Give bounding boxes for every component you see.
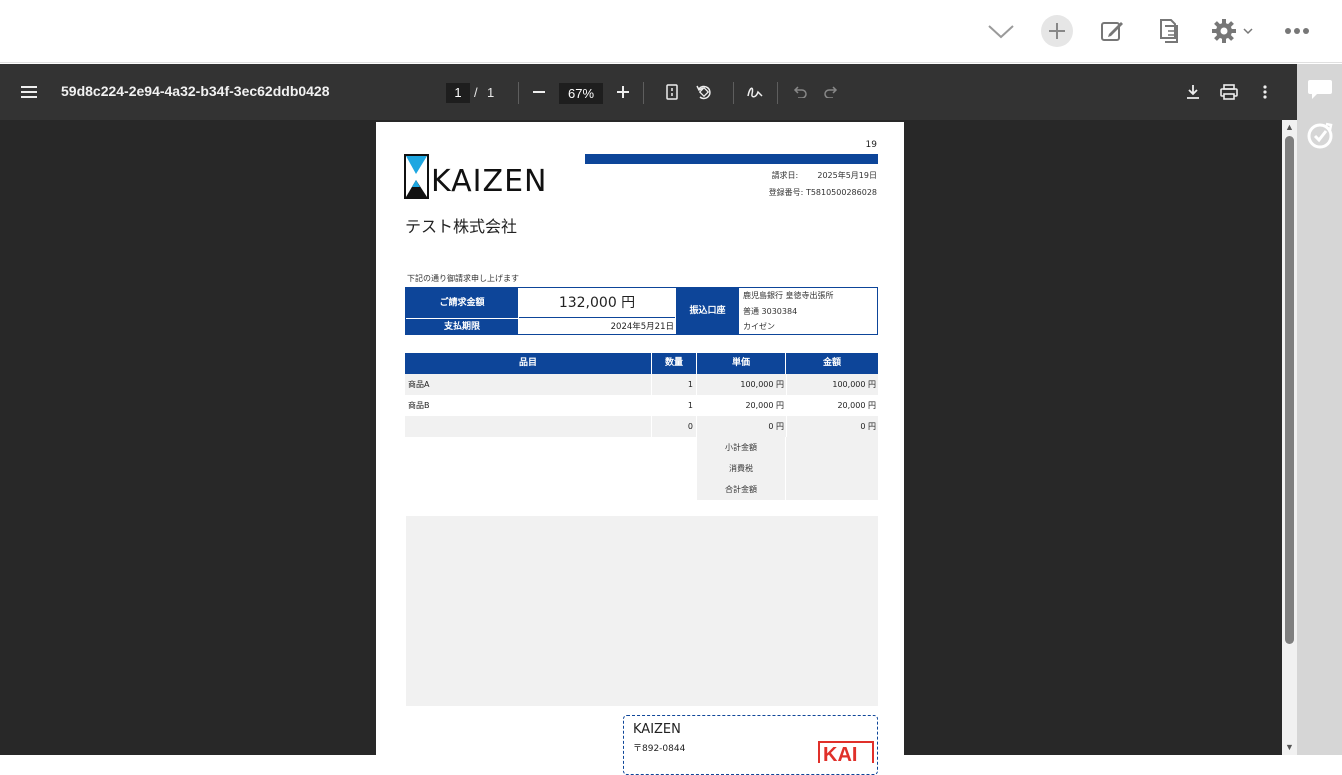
subtotal-label: 小計金額	[697, 437, 786, 458]
invoice-date-value: 2025年5月19日	[817, 171, 877, 180]
registration-label: 登録番号:	[768, 188, 804, 197]
item-name: 商品B	[408, 401, 430, 410]
invoice-intro: 下記の通り御請求申し上げます	[407, 274, 519, 283]
table-row: 商品A 1 100,000 円 100,000 円	[405, 374, 878, 395]
item-qty: 1	[651, 374, 696, 395]
toolbar-divider	[643, 82, 644, 104]
header-quantity: 数量	[652, 353, 696, 374]
company-seal-stamp: KAI	[818, 739, 874, 763]
item-unit-price: 100,000 円	[696, 374, 786, 395]
zoom-input[interactable]: 67%	[559, 83, 603, 104]
header-item-name: 品目	[405, 353, 651, 374]
item-amount: 0 円	[786, 416, 878, 437]
page-number-input[interactable]: 1	[446, 83, 470, 103]
item-unit-price: 0 円	[696, 416, 786, 437]
item-amount: 100,000 円	[786, 374, 878, 395]
header-unit-price: 単価	[697, 353, 785, 374]
pdf-viewer: 59d8c224-2e94-4a32-b34f-3ec62ddb0428 1 /…	[0, 64, 1297, 775]
item-name: 商品A	[408, 380, 430, 389]
header-accent-bar	[585, 154, 878, 164]
bank-label: 振込口座	[676, 288, 739, 335]
item-qty: 1	[687, 401, 693, 410]
more-vertical-icon[interactable]	[1255, 80, 1275, 104]
scrollbar-thumb[interactable]	[1285, 136, 1294, 644]
customer-company: テスト株式会社	[405, 217, 518, 236]
due-label: 支払期限	[406, 319, 518, 335]
right-side-rail	[1297, 64, 1342, 755]
document-copy-icon[interactable]	[1153, 15, 1185, 47]
page-total: 1	[487, 85, 495, 100]
notes-area	[406, 516, 878, 706]
gear-dropdown-chevron-icon[interactable]	[1238, 15, 1258, 47]
invoice-date-label: 請求日:	[771, 171, 799, 180]
toolbar-divider	[733, 82, 734, 104]
issuer-zip: 〒892-0844	[633, 744, 686, 754]
header-amount: 金額	[786, 353, 878, 374]
document-title: 59d8c224-2e94-4a32-b34f-3ec62ddb0428	[61, 83, 330, 99]
total-label: 合計金額	[697, 479, 786, 500]
amount-label: ご請求金額	[406, 288, 518, 318]
chevron-down-icon[interactable]	[985, 15, 1017, 47]
table-row: 商品B 1 20,000 円 20,000 円	[405, 395, 878, 416]
comment-icon[interactable]	[1305, 74, 1335, 104]
item-unit-price: 20,000 円	[745, 401, 784, 410]
toolbar-divider	[518, 82, 519, 104]
page-separator: /	[474, 85, 478, 100]
vertical-scrollbar[interactable]: ▲ ▼	[1282, 120, 1297, 755]
fit-page-icon[interactable]	[662, 80, 682, 104]
item-amount: 20,000 円	[837, 401, 876, 410]
total-row: 合計金額	[697, 479, 878, 500]
bank-line: 普通 3030384	[743, 307, 798, 316]
subtotal-row: 小計金額	[697, 437, 878, 458]
toolbar-divider	[777, 82, 778, 104]
amount-value: 132,000 円	[519, 288, 675, 318]
rotate-icon[interactable]	[694, 80, 714, 104]
logo-text: KAIZEN	[431, 164, 548, 199]
issuer-box: KAIZEN 〒892-0844 KAI	[623, 715, 878, 775]
scroll-up-icon[interactable]: ▲	[1285, 123, 1294, 132]
invoice-number: 19	[865, 140, 877, 150]
print-icon[interactable]	[1219, 80, 1239, 104]
zoom-in-icon[interactable]	[614, 80, 632, 104]
redo-icon[interactable]	[821, 80, 841, 104]
due-value: 2024年5月21日	[610, 322, 674, 332]
scroll-down-icon[interactable]: ▼	[1285, 743, 1294, 752]
table-row: 0 0 円 0 円	[405, 416, 878, 437]
tax-row: 消費税	[697, 458, 878, 479]
issuer-name: KAIZEN	[633, 722, 681, 737]
zoom-out-icon[interactable]	[530, 80, 548, 104]
bank-line: 鹿児島銀行 皇徳寺出張所	[743, 291, 834, 300]
invoice-summary-table: ご請求金額 支払期限 132,000 円 2024年5月21日 振込口座 鹿児島…	[405, 287, 878, 335]
registration-number: 登録番号: T5810500286028	[769, 187, 877, 198]
more-icon[interactable]	[1281, 15, 1313, 47]
bank-line: カイゼン	[743, 322, 775, 331]
item-qty: 0	[651, 416, 696, 437]
item-name	[408, 416, 648, 437]
app-top-bar	[0, 0, 1342, 63]
tax-label: 消費税	[697, 458, 786, 479]
menu-icon[interactable]	[19, 80, 39, 104]
download-icon[interactable]	[1183, 80, 1203, 104]
undo-icon[interactable]	[790, 80, 810, 104]
edit-icon[interactable]	[1096, 15, 1128, 47]
add-icon[interactable]	[1041, 15, 1073, 47]
history-check-icon[interactable]	[1305, 121, 1335, 151]
invoice-date: 請求日: 2025年5月19日	[772, 170, 877, 181]
pdf-toolbar: 59d8c224-2e94-4a32-b34f-3ec62ddb0428 1 /…	[0, 64, 1297, 120]
registration-value: T5810500286028	[805, 188, 877, 197]
seal-text: KAI	[823, 744, 857, 763]
gear-icon[interactable]	[1208, 15, 1240, 47]
draw-icon[interactable]	[745, 80, 765, 104]
pdf-page: 19 請求日: 2025年5月19日 登録番号: T5810500286028 …	[376, 122, 904, 775]
